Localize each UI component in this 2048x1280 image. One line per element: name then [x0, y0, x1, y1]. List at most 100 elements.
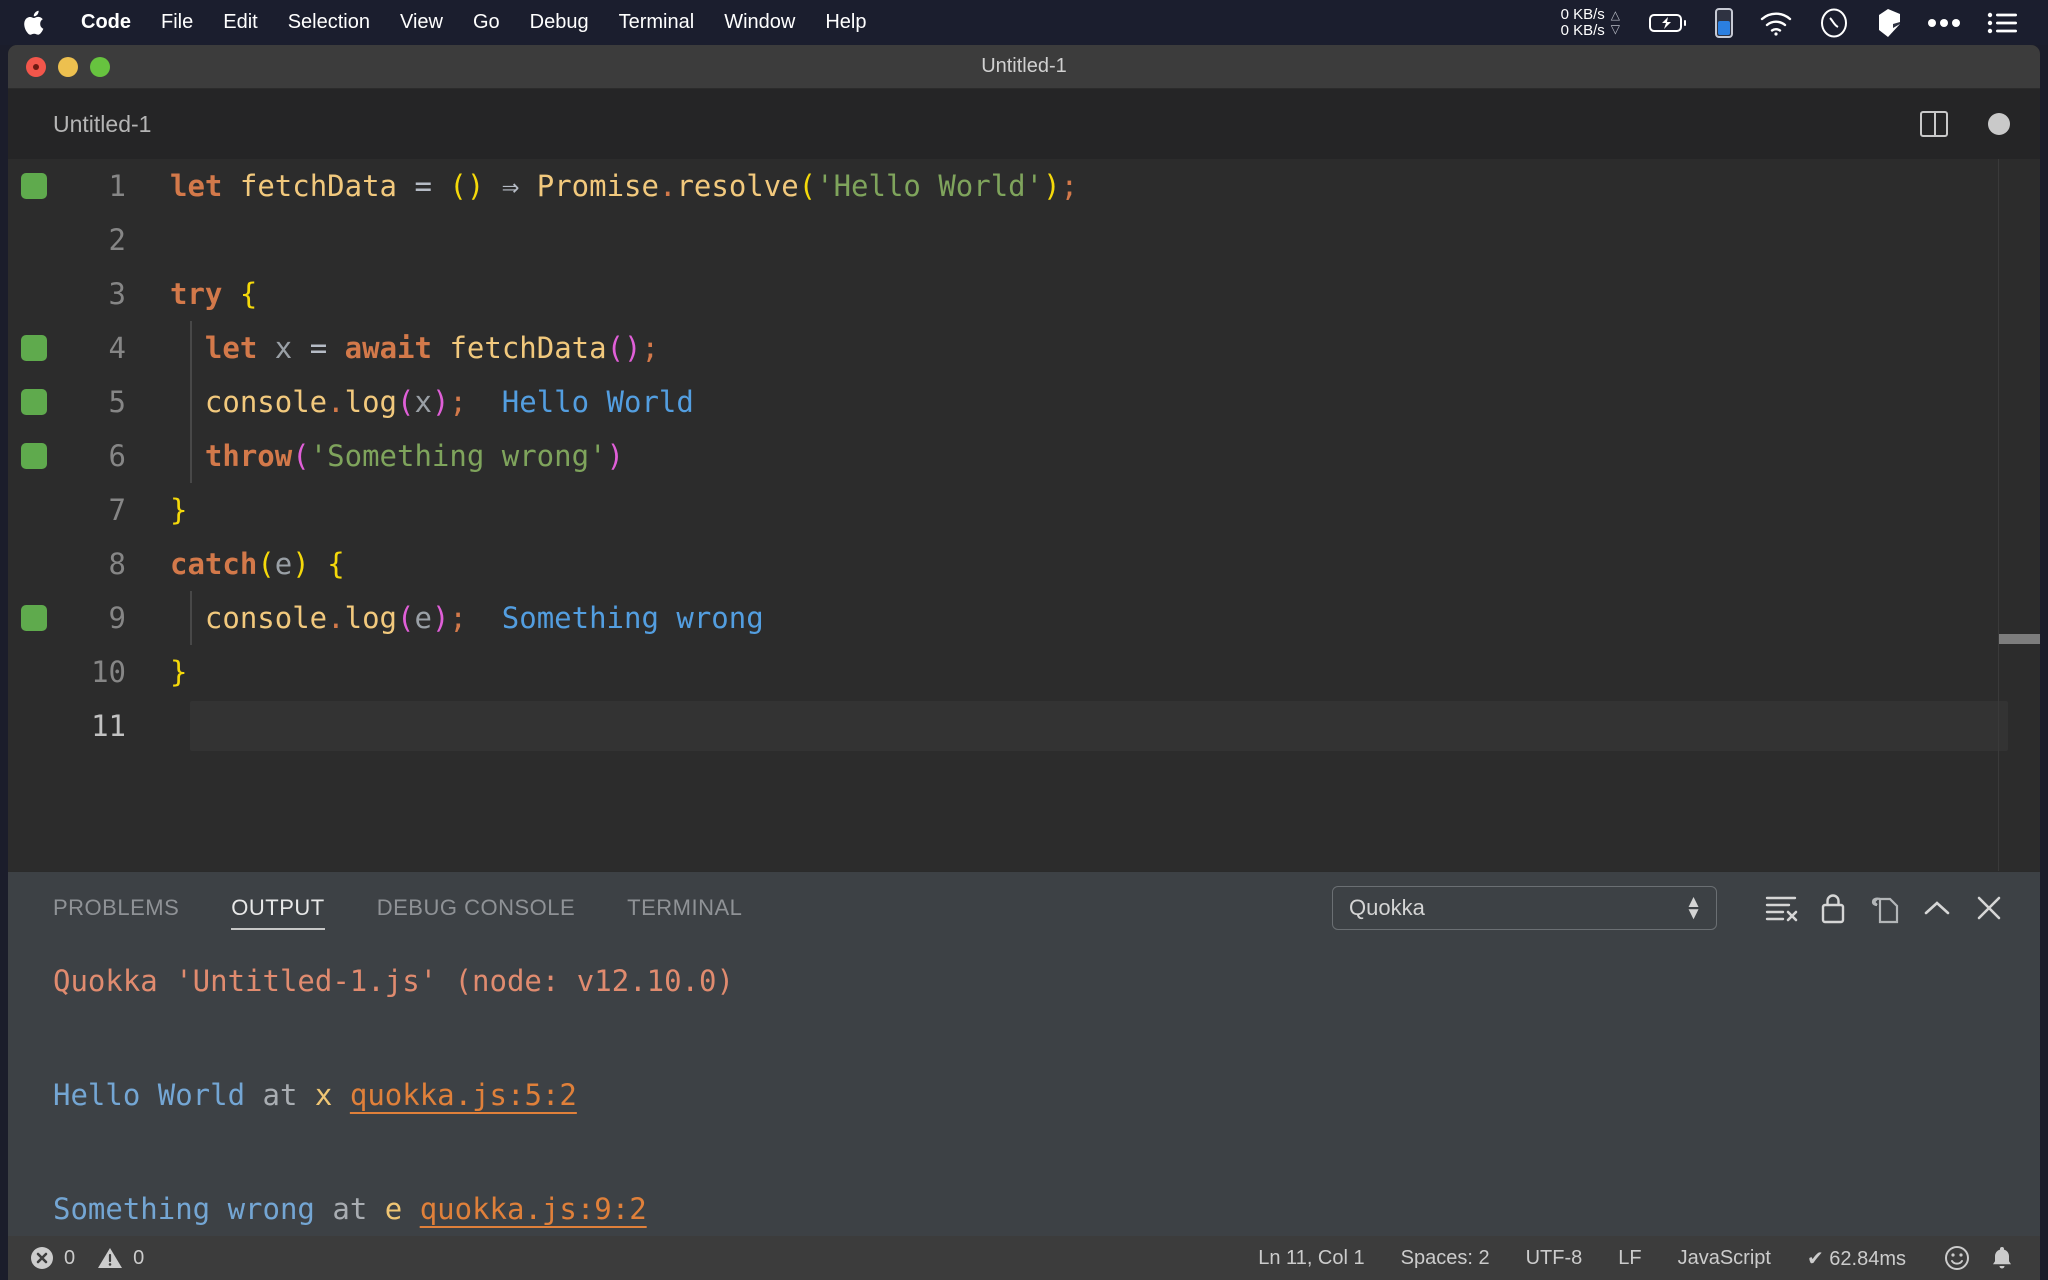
code-line-1: 1 let fetchData = () ⇒ Promise.resolve(l… [8, 159, 2040, 213]
code-line-10: 10 } [8, 645, 2040, 699]
error-circle-icon[interactable] [30, 1246, 54, 1270]
token-paren-close-3: ) [624, 331, 641, 365]
line-number-8: 8 [60, 547, 138, 581]
status-bar: 0 0 Ln 11, Col 1 Spaces: 2 UTF-8 LF Java… [8, 1236, 2040, 1280]
token-hello-world-string: 'Hello World' [816, 169, 1043, 203]
quokka-gutter-mark-6[interactable] [8, 443, 60, 469]
select-stepper-arrows[interactable]: ▲ ▼ [1685, 896, 1702, 920]
bell-icon[interactable] [1990, 1245, 2014, 1271]
tab-output[interactable]: OUTPUT [231, 872, 324, 944]
ellipsis-icon[interactable] [1927, 18, 1961, 28]
split-editor-icon[interactable] [1920, 111, 1948, 137]
token-brace-close-try: } [170, 493, 187, 527]
menu-item-view[interactable]: View [385, 0, 458, 45]
quokka-gutter-mark-1[interactable] [8, 173, 60, 199]
quokka-gutter-mark-5[interactable] [8, 389, 60, 415]
code-line-4: 4 let x = await fetchData(); [8, 321, 2040, 375]
line-number-11: 11 [60, 709, 138, 743]
network-speed-indicator[interactable]: 0 KB/s 0 KB/s △ ▽ [1561, 7, 1620, 39]
tab-debug-console[interactable]: DEBUG CONSOLE [377, 872, 575, 944]
clear-output-icon[interactable] [1755, 882, 1807, 934]
network-upload-speed: 0 KB/s [1561, 7, 1605, 23]
token-throw: throw [205, 439, 292, 473]
indent-guide-5 [190, 375, 192, 429]
token-equals-2: = [310, 331, 327, 365]
line-number-2: 2 [60, 223, 138, 257]
menu-item-window[interactable]: Window [709, 0, 810, 45]
editor-minimap-scrollbar[interactable] [1998, 159, 2040, 871]
token-paren-close-4: ) [432, 385, 449, 419]
token-e-arg: e [414, 601, 431, 635]
list-menu-icon[interactable] [1987, 12, 2017, 34]
output-source-link-2[interactable]: quokka.js:9:2 [420, 1192, 647, 1226]
window-titlebar: Untitled-1 [8, 45, 2040, 89]
menu-item-file[interactable]: File [146, 0, 208, 45]
code-line-11: 11 [8, 699, 2040, 753]
token-brace-open-catch: { [327, 547, 344, 581]
error-count[interactable]: 0 [64, 1247, 75, 1270]
code-editor[interactable]: 1 let fetchData = () ⇒ Promise.resolve(l… [8, 159, 2040, 871]
quokka-gutter-mark-9[interactable] [8, 605, 60, 631]
editor-tab-untitled-1[interactable]: Untitled-1 [8, 111, 151, 138]
cursor-position[interactable]: Ln 11, Col 1 [1240, 1247, 1382, 1270]
code-text-9: console.log(e); Something wrong [138, 601, 764, 635]
scrollbar-thumb[interactable] [1999, 634, 2040, 644]
quokka-run-header: Quokka 'Untitled-1.js' (node: v12.10.0) [53, 964, 734, 998]
warning-count[interactable]: 0 [133, 1247, 144, 1270]
menu-item-selection[interactable]: Selection [273, 0, 385, 45]
warning-triangle-icon[interactable] [97, 1246, 123, 1270]
token-close-paren: ) [467, 169, 484, 203]
output-row-2: Something wrong at e quokka.js:9:2 [53, 1180, 2040, 1237]
output-source-link-1[interactable]: quokka.js:5:2 [350, 1078, 577, 1112]
token-paren-close-7: ) [432, 601, 449, 635]
token-wrong-string: 'Something wrong' [310, 439, 607, 473]
token-fetchdata: fetchData [240, 169, 397, 203]
tab-terminal[interactable]: TERMINAL [627, 872, 742, 944]
open-in-editor-icon[interactable] [1859, 882, 1911, 934]
battery-vertical-icon[interactable] [1715, 8, 1733, 38]
menubar-status-icons [1636, 8, 2048, 38]
code-text-1: let fetchData = () ⇒ Promise.resolve(let… [138, 169, 1078, 203]
menu-item-debug[interactable]: Debug [515, 0, 604, 45]
output-panel-body[interactable]: Quokka 'Untitled-1.js' (node: v12.10.0) … [8, 944, 2040, 1251]
token-brace-close-catch: } [170, 655, 187, 689]
line-ending[interactable]: LF [1600, 1247, 1659, 1270]
status-bar-left: 0 0 [8, 1246, 144, 1270]
battery-charging-icon[interactable] [1649, 11, 1689, 35]
code-text-3: try { [138, 277, 257, 311]
code-text-4: let x = await fetchData(); [138, 331, 659, 365]
indentation-setting[interactable]: Spaces: 2 [1383, 1247, 1508, 1270]
cube-icon[interactable] [1875, 8, 1901, 38]
wifi-icon[interactable] [1759, 10, 1793, 36]
tab-problems[interactable]: PROBLEMS [53, 872, 179, 944]
menu-item-code[interactable]: Code [66, 0, 146, 45]
token-x-arg: x [414, 385, 431, 419]
token-semicolon-1: ; [1061, 169, 1078, 203]
circle-slash-icon[interactable] [1819, 8, 1849, 38]
menu-item-edit[interactable]: Edit [208, 0, 272, 45]
output-at-1: at [263, 1078, 298, 1112]
code-line-8: 8 catch(e) { [8, 537, 2040, 591]
unsaved-dot-icon[interactable] [1988, 113, 2010, 135]
token-x: x [275, 331, 292, 365]
apple-logo-icon[interactable] [22, 8, 48, 38]
smiley-icon[interactable] [1944, 1245, 1970, 1271]
lock-scroll-icon[interactable] [1807, 882, 1859, 934]
menu-item-help[interactable]: Help [810, 0, 881, 45]
line-number-5: 5 [60, 385, 138, 419]
file-encoding[interactable]: UTF-8 [1508, 1247, 1601, 1270]
token-console: console [205, 385, 327, 419]
menu-item-go[interactable]: Go [458, 0, 515, 45]
close-panel-icon[interactable] [1963, 882, 2015, 934]
quokka-gutter-mark-4[interactable] [8, 335, 60, 361]
token-let-2: let [205, 331, 257, 365]
token-paren-open-5: ( [292, 439, 309, 473]
output-row-1: Hello World at x quokka.js:5:2 [53, 1066, 2040, 1123]
bottom-panel: PROBLEMS OUTPUT DEBUG CONSOLE TERMINAL Q… [8, 871, 2040, 1251]
output-channel-select[interactable]: Quokka ▲ ▼ [1332, 886, 1717, 930]
collapse-panel-icon[interactable] [1911, 882, 1963, 934]
menu-item-terminal[interactable]: Terminal [604, 0, 710, 45]
language-mode[interactable]: JavaScript [1660, 1247, 1789, 1270]
token-try: try [170, 277, 222, 311]
quokka-run-time[interactable]: ✔ 62.84ms [1789, 1246, 1924, 1271]
